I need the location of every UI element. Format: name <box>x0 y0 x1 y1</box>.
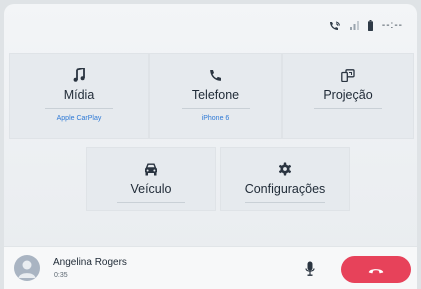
caller-name: Angelina Rogers <box>53 257 127 268</box>
clock-text: --:-- <box>381 20 403 31</box>
phone-icon <box>209 67 222 83</box>
call-duration: 0:35 <box>54 272 68 279</box>
tile-telefone-device: iPhone 6 <box>201 115 230 122</box>
tile-midia-label: Mídia <box>45 88 113 109</box>
projection-icon <box>341 67 355 83</box>
tile-veiculo-label: Veículo <box>117 182 185 203</box>
status-bar: --:-- <box>329 20 403 31</box>
tile-veiculo[interactable]: Veículo <box>86 147 216 211</box>
tile-telefone[interactable]: Telefone iPhone 6 <box>149 53 282 139</box>
battery-icon <box>367 20 373 31</box>
infotainment-screen: --:-- Mídia Apple CarPlay Telefone iPhon… <box>0 0 421 289</box>
caller-avatar <box>14 255 40 281</box>
tile-midia[interactable]: Mídia Apple CarPlay <box>9 53 149 139</box>
tile-midia-source: Apple CarPlay <box>56 115 102 122</box>
phone-wifi-icon <box>329 21 341 31</box>
signal-icon <box>349 21 359 30</box>
hang-up-button[interactable] <box>341 256 411 283</box>
home-panel: --:-- Mídia Apple CarPlay Telefone iPhon… <box>4 4 417 289</box>
tile-projecao-label: Projeção <box>314 88 382 109</box>
person-icon <box>18 260 36 278</box>
tile-projecao[interactable]: Projeção <box>282 53 414 139</box>
car-icon <box>144 161 158 177</box>
tile-configuracoes-label: Configurações <box>244 182 326 203</box>
hang-up-icon <box>368 268 384 273</box>
music-note-icon <box>73 67 85 83</box>
microphone-button[interactable] <box>302 259 318 279</box>
active-call-bar: Angelina Rogers 0:35 <box>4 246 417 289</box>
tile-configuracoes[interactable]: Configurações <box>220 147 350 211</box>
tile-telefone-label: Telefone <box>181 88 250 109</box>
microphone-icon <box>305 261 315 276</box>
gear-icon <box>278 161 292 177</box>
